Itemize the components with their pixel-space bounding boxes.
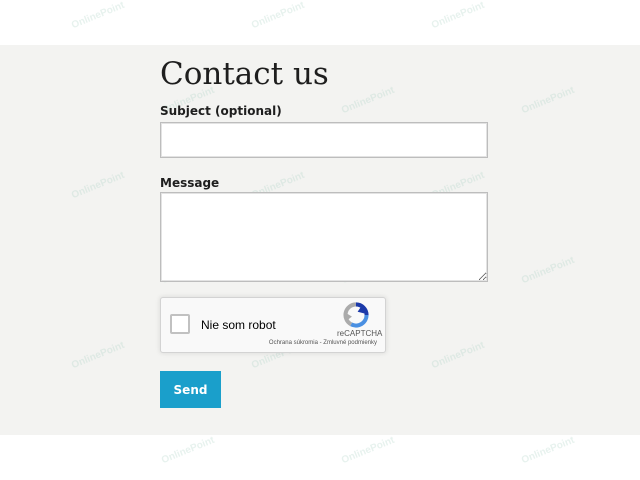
send-button[interactable]: Send	[160, 371, 221, 408]
recaptcha-checkbox-label: Nie som robot	[201, 318, 276, 332]
recaptcha-links: Ochrana súkromia - Zmluvné podmienky	[269, 340, 377, 346]
message-textarea[interactable]	[160, 192, 488, 282]
watermark-text: OnlinePoint	[159, 434, 217, 467]
page-title: Contact us	[160, 56, 329, 92]
watermark-text: OnlinePoint	[429, 0, 487, 32]
message-label: Message	[160, 176, 220, 190]
watermark-text: OnlinePoint	[519, 434, 577, 467]
recaptcha-widget: Nie som robot reCAPTCHA Ochrana súkromia…	[160, 297, 386, 353]
subject-label: Subject (optional)	[160, 104, 282, 118]
recaptcha-logo-icon	[343, 302, 369, 328]
recaptcha-privacy-link[interactable]: Ochrana súkromia	[269, 340, 318, 346]
recaptcha-checkbox[interactable]	[170, 314, 190, 334]
watermark-text: OnlinePoint	[249, 0, 307, 32]
recaptcha-terms-link[interactable]: Zmluvné podmienky	[323, 340, 377, 346]
recaptcha-brand: reCAPTCHA	[337, 329, 383, 338]
subject-input[interactable]	[160, 122, 488, 158]
watermark-text: OnlinePoint	[339, 434, 397, 467]
watermark-text: OnlinePoint	[69, 0, 127, 32]
